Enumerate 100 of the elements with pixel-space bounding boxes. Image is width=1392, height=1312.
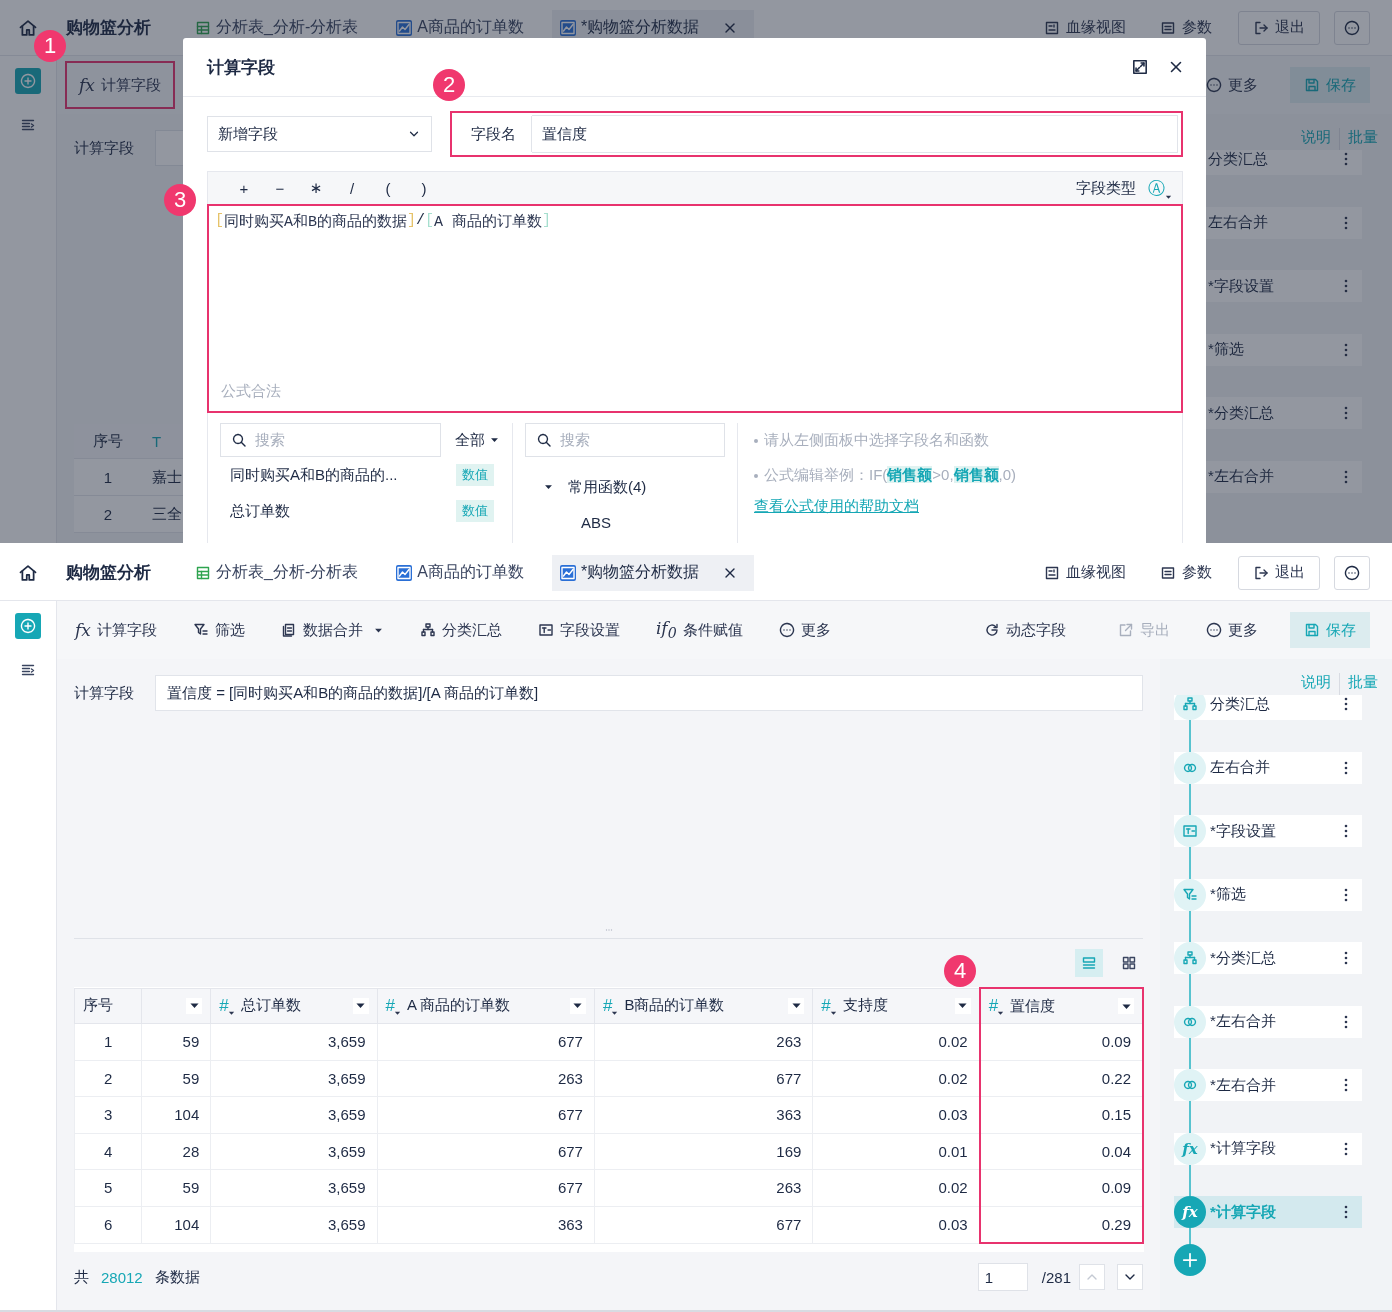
table-cell: 6 [74,1206,142,1243]
table-cell: 3,659 [210,1169,378,1206]
toolbar-button[interactable]: 字段设置 [533,612,624,648]
document-tab[interactable]: A商品的订单数 [386,554,534,591]
outline-icon [20,117,36,133]
column-menu-button[interactable] [569,997,586,1014]
table-cell: 3,659 [210,1133,378,1170]
app-title: 购物篮分析 [66,562,151,584]
step-item[interactable]: *字段设置 [1174,815,1362,847]
step-label: *左右合并 [1208,467,1275,486]
table-icon [195,19,211,36]
document-tab[interactable]: 分析表_分析-分析表 [185,554,369,591]
step-item[interactable]: *左右合并 [1174,1005,1362,1038]
header-button[interactable]: 退出 [1238,10,1320,45]
column-header: 序号 [92,430,124,451]
header-button[interactable]: 血缘视图 [1044,563,1126,582]
column-title: 置信度 [1010,996,1056,1016]
column-menu-button[interactable] [352,997,369,1014]
field-item[interactable]: 总订单数 [230,501,290,521]
operator-button[interactable]: ∗ [298,179,334,197]
total-label: 共 [74,1267,89,1287]
lineage-icon [1044,564,1060,581]
toolbar-button[interactable]: 动态字段 [980,612,1070,648]
view-toggle[interactable] [1075,949,1103,977]
toolbar-button[interactable]: 筛选 [188,612,249,648]
line-chart-icon [559,19,576,36]
table-cell: 1 [74,1023,142,1060]
toolbar-button[interactable]: fx 计算字段 [71,612,161,648]
formula-editor[interactable]: [同时购买A和B的商品的数据]/[A 商品的订单数] 公式合法 [207,204,1183,413]
save-icon [1304,622,1320,638]
operator-button[interactable]: ( [370,179,406,197]
line-chart-icon [396,564,413,581]
more-icon [1344,564,1360,581]
document-tab[interactable]: *购物篮分析数据 [551,554,755,591]
field-name-input[interactable]: 字段名 置信度 [450,111,1183,157]
header-button[interactable]: 参数 [1160,18,1212,37]
table-cell: 0.22 [979,1060,1143,1097]
operator-button[interactable]: / [334,179,370,197]
step-item[interactable]: *左右合并 [1174,1069,1362,1101]
expand-icon [1131,58,1149,76]
hint-text: 公式编辑举例：IF(销售额>0,销售额,0) [764,466,1017,485]
operator-button[interactable]: − [262,179,298,197]
table-cell: 3,659 [210,1206,378,1243]
step-label: *字段设置 [1210,821,1277,841]
column-menu-button[interactable] [788,997,805,1014]
step-item[interactable]: 左右合并 [1174,751,1362,784]
add-button[interactable] [15,613,41,639]
toolbar-button[interactable]: if$_{0}$ 条件赋值 [651,612,747,648]
filter-icon [192,622,209,638]
column-menu-button[interactable] [186,997,203,1014]
step-item[interactable]: *筛选 [1174,878,1362,911]
function-item[interactable]: ABS [525,505,725,539]
line-chart-icon [559,564,576,581]
step-label: 分类汇总 [1210,695,1271,714]
field-item[interactable]: 同时购买A和B的商品的... [230,465,398,485]
step-item[interactable]: *分类汇总 [1174,942,1362,974]
table-cell: 3,659 [210,1060,378,1097]
toolbar-button[interactable]: fx 计算字段 [71,67,169,103]
mode-select[interactable]: 新增字段 [207,116,432,152]
page-input[interactable]: 1 [977,1263,1028,1291]
column-menu-button[interactable] [954,997,971,1014]
formula-field[interactable]: 置信度 = [同时购买A和B的商品的数据]/[A 商品的订单数] [155,675,1143,711]
header-button[interactable]: 参数 [1160,563,1212,582]
toolbar-button[interactable]: 更多 [1202,612,1262,648]
formula-label: 计算字段 [74,683,135,703]
column-menu-button[interactable] [1118,998,1134,1014]
operator-button[interactable]: ) [406,179,442,197]
next-page-button[interactable] [1117,1264,1143,1290]
table-cell: 677 [594,1206,813,1243]
operator-button[interactable]: + [226,179,262,197]
list-view-icon [1081,955,1097,971]
step-item[interactable]: 分类汇总 [1174,695,1362,720]
toolbar-button[interactable]: 更多 [1202,67,1262,103]
document-tab[interactable]: 分析表_分析-分析表 [185,9,369,46]
add-step-button[interactable] [1174,1243,1206,1276]
header-button[interactable]: 退出 [1238,555,1320,590]
function-icon: fx [79,75,95,95]
column-title: 总订单数 [240,996,301,1016]
header-button[interactable]: 血缘视图 [1044,18,1126,37]
function-group[interactable]: 常用函数(4) [525,469,725,505]
callout-number: 1 [34,30,66,62]
more-button[interactable] [1334,555,1370,590]
toolbar-button[interactable]: 数据合并 [276,612,388,648]
table-cell: 677 [594,1060,813,1097]
formula-label: 计算字段 [74,138,135,158]
hierarchy-icon [419,622,436,638]
toolbar-button[interactable]: 分类汇总 [415,612,506,648]
dialog-title: 计算字段 [207,56,275,79]
table-cell: 3 [74,1096,142,1133]
exit-icon [1253,564,1269,581]
table-cell: 0.15 [979,1096,1143,1133]
table-cell: 59 [141,1023,211,1060]
app-title: 购物篮分析 [66,17,151,39]
toolbar-button[interactable]: 更多 [774,612,835,648]
record-count: 28012 [101,1268,143,1286]
type-tag: 数值 [456,464,494,486]
filter-dropdown[interactable]: 全部 [455,430,500,450]
column-title: A 商品的订单数 [407,996,511,1016]
step-label: *分类汇总 [1210,948,1277,968]
step-item[interactable]: fx *计算字段 [1174,1132,1362,1165]
